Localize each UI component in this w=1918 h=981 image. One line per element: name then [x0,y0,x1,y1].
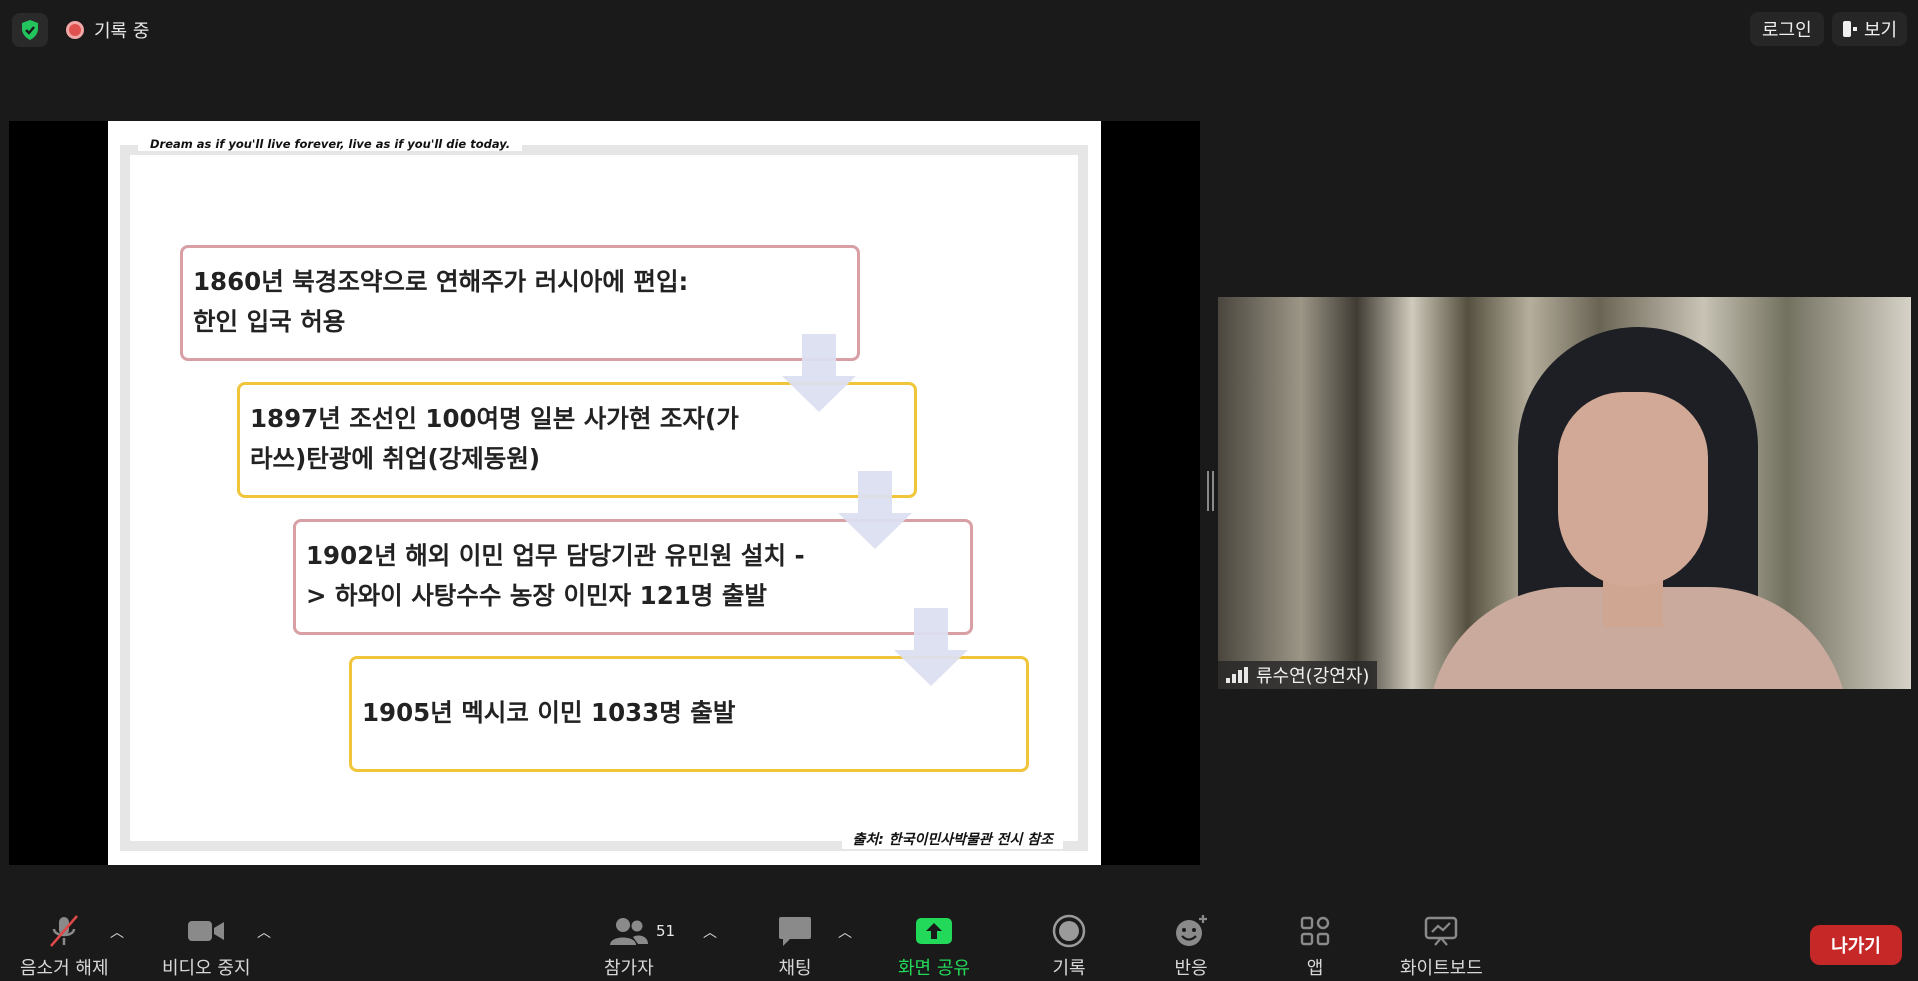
share-screen-button[interactable]: 화면 공유 [898,914,970,980]
audio-options-caret-icon[interactable]: ︿ [110,922,124,942]
participants-button[interactable]: 참가자 [604,914,654,980]
unmute-button[interactable]: 음소거 해제 [20,914,109,980]
chat-options-caret-icon[interactable]: ︿ [838,922,852,942]
down-arrow-icon [894,608,968,686]
timeline-text-1902-line2: > 하와이 사탕수수 농장 이민자 121명 출발 [306,581,767,610]
muted-microphone-icon [46,914,82,948]
participant-video-tile[interactable]: 류수연(강연자) [1218,297,1911,689]
whiteboard-label: 화이트보드 [1400,958,1483,979]
down-arrow-icon [838,471,912,549]
apps-button[interactable]: 앱 [1300,914,1330,980]
record-button[interactable]: 기록 [1052,914,1086,980]
timeline-text-1860-line1: 1860년 북경조약으로 연해주가 러시아에 편입: [193,267,689,296]
stop-video-label: 비디오 중지 [162,958,251,979]
panel-resize-handle[interactable] [1206,471,1214,511]
timeline-text-1860-line2: 한인 입국 허용 [193,307,346,336]
top-bar: 기록 중 로그인 보기 [0,0,1918,58]
login-button[interactable]: 로그인 [1750,12,1824,46]
unmute-label: 음소거 해제 [20,958,109,979]
timeline-text-1905-line1: 1905년 멕시코 이민 1033명 출발 [362,698,736,727]
chat-bubble-icon [778,914,812,948]
login-label: 로그인 [1762,20,1812,41]
shared-screen: Dream as if you'll live forever, live as… [9,121,1200,865]
chat-label: 채팅 [778,958,812,979]
participants-icon [609,914,649,948]
share-screen-label: 화면 공유 [898,958,970,979]
participant-name-tag: 류수연(강연자) [1218,661,1378,689]
participants-count: 51 [656,922,676,940]
reactions-button[interactable]: 반응 [1173,914,1209,980]
view-layout-icon [1843,21,1857,37]
share-screen-icon [915,914,953,948]
whiteboard-icon [1424,914,1458,948]
recording-indicator[interactable]: 기록 중 [66,16,149,44]
down-arrow-icon [782,334,856,412]
video-options-caret-icon[interactable]: ︿ [257,922,271,942]
recording-dot-icon [66,21,84,39]
chat-button[interactable]: 채팅 [778,914,812,980]
reaction-smiley-icon [1173,914,1209,948]
apps-label: 앱 [1306,958,1324,979]
participants-options-caret-icon[interactable]: ︿ [703,922,717,942]
recording-label: 기록 중 [94,21,150,42]
meeting-toolbar: 음소거 해제 ︿ 비디오 중지 ︿ 참가자 51 ︿ 채팅 ︿ 화면 공유 기록 [0,900,1918,981]
whiteboard-button[interactable]: 화이트보드 [1400,914,1483,980]
timeline-text-1897-line2: 라쓰)탄광에 취업(강제동원) [250,444,541,473]
signal-strength-icon [1226,667,1248,683]
record-icon [1052,914,1086,948]
slide-source: 출처: 한국이민사박물관 전시 참조 [842,829,1063,849]
timeline-box-1860: 1860년 북경조약으로 연해주가 러시아에 편입: 한인 입국 허용 [180,245,860,361]
stop-video-button[interactable]: 비디오 중지 [162,914,251,980]
apps-grid-icon [1300,914,1330,948]
security-shield-icon[interactable] [12,13,48,47]
slide-quote: Dream as if you'll live forever, live as… [138,137,523,151]
presentation-slide: Dream as if you'll live forever, live as… [108,121,1101,865]
record-label: 기록 [1052,958,1086,979]
video-camera-icon [187,914,225,948]
participants-label: 참가자 [604,958,654,979]
view-label: 보기 [1864,20,1898,41]
leave-meeting-button[interactable]: 나가기 [1810,925,1902,965]
participant-name: 류수연(강연자) [1256,666,1370,687]
reactions-label: 반응 [1174,958,1208,979]
view-button[interactable]: 보기 [1832,12,1908,46]
